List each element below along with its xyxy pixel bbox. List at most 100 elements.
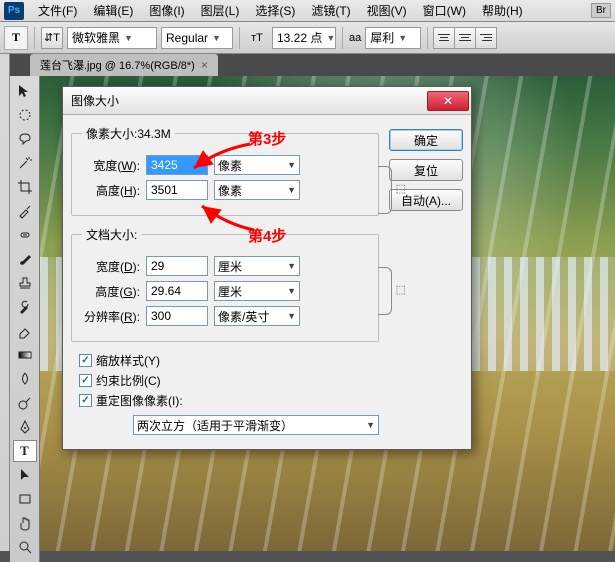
document-tabbar: 莲台飞瀑.jpg @ 16.7%(RGB/8*) × — [10, 54, 615, 76]
document-size-group: 文档大小: 宽度(D): 厘米▼ 高度(G): 厘米▼ 分辨率(R): 像素/英… — [71, 226, 379, 342]
hand-tool[interactable] — [13, 512, 37, 534]
stamp-tool[interactable] — [13, 272, 37, 294]
resample-label: 重定图像像素(I): — [96, 392, 183, 409]
document-tab-title: 莲台飞瀑.jpg @ 16.7%(RGB/8*) — [40, 57, 195, 73]
options-bar: T ⇵T 微软雅黑 ▼ Regular ▼ тT 13.22 点▼ aa 犀利 ▼ — [0, 22, 615, 54]
toolbox: T — [10, 76, 40, 562]
separator — [427, 27, 428, 49]
font-size-select[interactable]: 13.22 点▼ — [272, 27, 336, 49]
bridge-button[interactable]: Br — [591, 3, 611, 18]
menu-view[interactable]: 视图(V) — [359, 0, 415, 21]
antialias-select[interactable]: 犀利 ▼ — [365, 27, 421, 49]
menu-file[interactable]: 文件(F) — [30, 0, 85, 21]
dropdown-icon: ▼ — [287, 286, 296, 296]
path-select-tool[interactable] — [13, 464, 37, 486]
type-tool[interactable]: T — [13, 440, 37, 462]
menu-edit[interactable]: 编辑(E) — [85, 0, 141, 21]
pen-tool[interactable] — [13, 416, 37, 438]
zoom-tool[interactable] — [13, 536, 37, 558]
gradient-tool[interactable] — [13, 344, 37, 366]
image-size-dialog: 图像大小 ✕ 像素大小:34.3M 宽度(W): 像素▼ 高度(H): 像素▼ … — [62, 86, 472, 450]
height-input[interactable] — [146, 180, 208, 200]
dropdown-icon: ▼ — [212, 33, 221, 43]
align-right-button[interactable] — [475, 27, 497, 49]
eraser-tool[interactable] — [13, 320, 37, 342]
dialog-title: 图像大小 — [71, 92, 119, 109]
link-bracket-icon — [378, 166, 392, 214]
document-tab[interactable]: 莲台飞瀑.jpg @ 16.7%(RGB/8*) × — [30, 54, 218, 76]
brush-tool[interactable] — [13, 248, 37, 270]
resample-checkbox[interactable]: ✓ — [79, 394, 92, 407]
pixel-dimensions-group: 像素大小:34.3M 宽度(W): 像素▼ 高度(H): 像素▼ ⬚ — [71, 125, 379, 216]
move-tool[interactable] — [13, 80, 37, 102]
dropdown-icon: ▼ — [287, 311, 296, 321]
doc-height-label: 高度(G): — [82, 283, 140, 300]
tool-preset-icon[interactable]: T — [4, 26, 28, 50]
constrain-label: 约束比例(C) — [96, 372, 161, 389]
menu-image[interactable]: 图像(I) — [141, 0, 192, 21]
close-tab-icon[interactable]: × — [201, 58, 208, 72]
font-family-select[interactable]: 微软雅黑 ▼ — [67, 27, 157, 49]
lasso-tool[interactable] — [13, 128, 37, 150]
resolution-label: 分辨率(R): — [82, 308, 140, 325]
resolution-unit-select[interactable]: 像素/英寸▼ — [214, 306, 300, 326]
font-size-value: 13.22 — [277, 31, 307, 45]
history-brush-tool[interactable] — [13, 296, 37, 318]
scale-styles-checkbox[interactable]: ✓ — [79, 354, 92, 367]
text-orientation-button[interactable]: ⇵T — [41, 27, 63, 49]
document-size-legend: 文档大小: — [82, 226, 141, 243]
doc-height-unit-select[interactable]: 厘米▼ — [214, 281, 300, 301]
close-button[interactable]: ✕ — [427, 91, 469, 111]
menu-help[interactable]: 帮助(H) — [474, 0, 531, 21]
height-label: 高度(H): — [82, 182, 140, 199]
doc-width-input[interactable] — [146, 256, 208, 276]
crop-tool[interactable] — [13, 176, 37, 198]
blur-tool[interactable] — [13, 368, 37, 390]
antialias-label: aa — [349, 32, 361, 44]
link-icon[interactable]: ⬚ — [396, 182, 406, 195]
doc-width-unit-select[interactable]: 厘米▼ — [214, 256, 300, 276]
constrain-checkbox[interactable]: ✓ — [79, 374, 92, 387]
font-size-icon: тT — [246, 27, 268, 49]
dialog-titlebar[interactable]: 图像大小 ✕ — [63, 87, 471, 115]
align-center-button[interactable] — [454, 27, 476, 49]
eyedropper-tool[interactable] — [13, 200, 37, 222]
menu-window[interactable]: 窗口(W) — [415, 0, 474, 21]
antialias-value: 犀利 — [370, 29, 394, 46]
width-label: 宽度(W): — [82, 157, 140, 174]
width-input[interactable] — [146, 155, 208, 175]
dropdown-icon: ▼ — [287, 261, 296, 271]
left-strip — [0, 54, 10, 551]
marquee-tool[interactable] — [13, 104, 37, 126]
ok-button[interactable]: 确定 — [389, 129, 463, 151]
menu-select[interactable]: 选择(S) — [247, 0, 303, 21]
dropdown-icon: ▼ — [326, 33, 335, 43]
heal-tool[interactable] — [13, 224, 37, 246]
font-style-value: Regular — [166, 31, 208, 45]
shape-tool[interactable] — [13, 488, 37, 510]
dropdown-icon: ▼ — [398, 33, 407, 43]
text-align-group — [434, 27, 497, 49]
dodge-tool[interactable] — [13, 392, 37, 414]
resolution-input[interactable] — [146, 306, 208, 326]
dropdown-icon: ▼ — [287, 185, 296, 195]
scale-styles-label: 缩放样式(Y) — [96, 352, 160, 369]
font-style-select[interactable]: Regular ▼ — [161, 27, 233, 49]
dropdown-icon: ▼ — [124, 33, 133, 43]
width-unit-select[interactable]: 像素▼ — [214, 155, 300, 175]
link-bracket-icon — [378, 267, 392, 315]
resample-method-select[interactable]: 两次立方（适用于平滑渐变）▼ — [133, 415, 379, 435]
dropdown-icon: ▼ — [287, 160, 296, 170]
align-left-button[interactable] — [433, 27, 455, 49]
link-icon[interactable]: ⬚ — [396, 283, 406, 296]
pixel-dimensions-legend: 像素大小:34.3M — [82, 125, 175, 142]
menu-layer[interactable]: 图层(L) — [193, 0, 248, 21]
height-unit-select[interactable]: 像素▼ — [214, 180, 300, 200]
reset-button[interactable]: 复位 — [389, 159, 463, 181]
font-family-value: 微软雅黑 — [72, 29, 120, 46]
wand-tool[interactable] — [13, 152, 37, 174]
doc-height-input[interactable] — [146, 281, 208, 301]
dropdown-icon: ▼ — [366, 420, 375, 430]
menu-filter[interactable]: 滤镜(T) — [303, 0, 358, 21]
separator — [342, 27, 343, 49]
